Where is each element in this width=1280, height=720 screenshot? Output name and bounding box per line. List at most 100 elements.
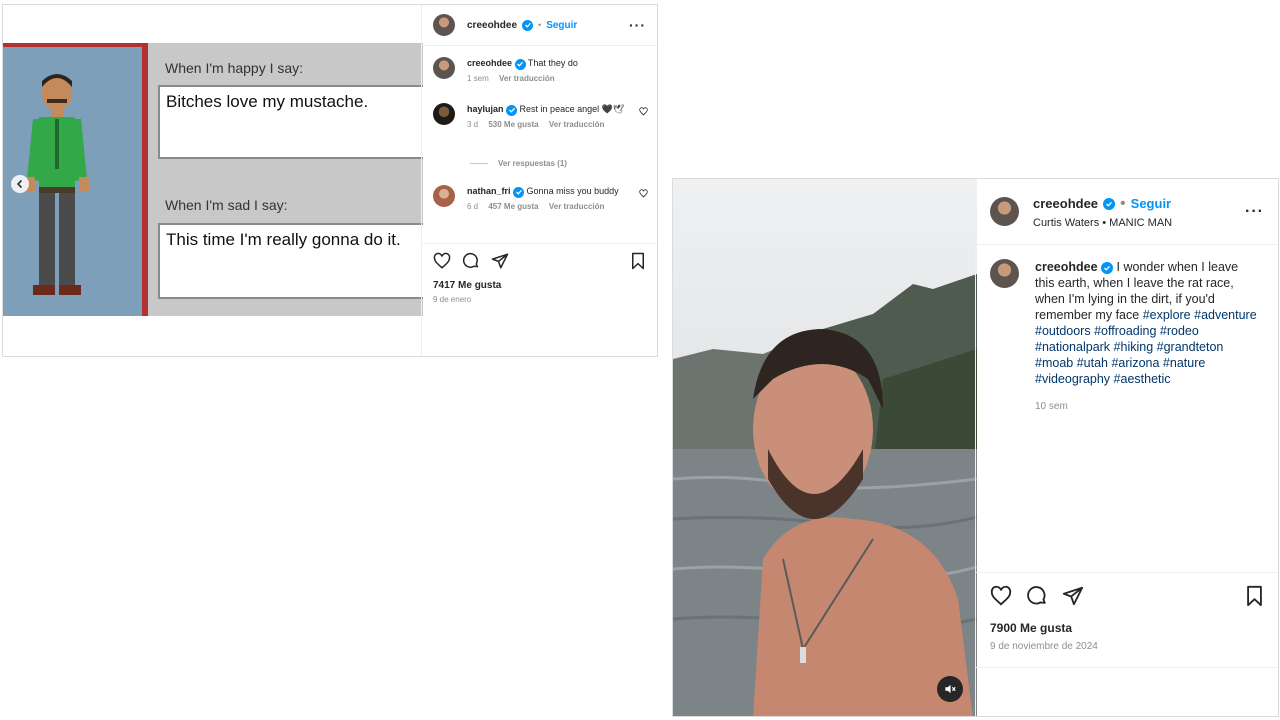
comment-username[interactable]: creeohdee: [467, 58, 512, 68]
comment-time: 3 d: [467, 120, 479, 129]
header-username[interactable]: creeohdee: [1033, 196, 1098, 211]
hashtag[interactable]: #utah: [1077, 356, 1108, 370]
meme-happy-box: Bitches love my mustache.: [158, 85, 423, 159]
post-2-side-panel: creeohdee • Seguir Curtis Waters • MANIC…: [975, 179, 1278, 716]
comment-username[interactable]: haylujan: [467, 104, 504, 114]
post-date: 9 de noviembre de 2024: [990, 641, 1098, 652]
hashtag[interactable]: #arizona: [1111, 356, 1159, 370]
replies-line: [470, 163, 488, 164]
comment-text: Rest in peace angel 🖤🕊: [519, 104, 625, 114]
comment-3: nathan_fri Gonna miss you buddy 6 d 457 …: [433, 185, 648, 211]
caption: creeohdee I wonder when I leave this ear…: [990, 259, 1270, 415]
meme-top-strip: [3, 5, 423, 43]
post-2-header: creeohdee • Seguir Curtis Waters • MANIC…: [976, 179, 1278, 245]
comment-username[interactable]: nathan_fri: [467, 186, 511, 196]
comment-1: creeohdee That they do 1 sem Ver traducc…: [433, 57, 648, 83]
meme-character-figure: [25, 74, 89, 295]
avatar[interactable]: [990, 259, 1019, 288]
meme-happy-text: Bitches love my mustache.: [166, 92, 369, 111]
hashtag[interactable]: #rodeo: [1160, 324, 1199, 338]
post-date: 9 de enero: [433, 295, 472, 304]
follow-button[interactable]: Seguir: [1131, 196, 1171, 211]
hashtag[interactable]: #offroading: [1094, 324, 1156, 338]
verified-icon: [506, 104, 518, 116]
header-separator-dot: •: [538, 20, 542, 30]
comment-like-button[interactable]: [639, 107, 648, 116]
post-1-image: When I'm happy I say: Bitches love my mu…: [3, 5, 423, 316]
heart-icon: [639, 107, 648, 116]
chevron-left-icon: [16, 179, 23, 189]
verified-icon: [522, 19, 534, 31]
view-replies-label: Ver respuestas (1): [498, 159, 567, 168]
more-icon[interactable]: ···: [1245, 203, 1264, 221]
post-card-1: When I'm happy I say: Bitches love my mu…: [2, 4, 658, 357]
avatar[interactable]: [433, 103, 455, 125]
translate-link[interactable]: Ver traducción: [499, 74, 555, 83]
save-button[interactable]: [1245, 585, 1264, 607]
translate-link[interactable]: Ver traducción: [549, 202, 605, 211]
comment-2: haylujan Rest in peace angel 🖤🕊 3 d 530 …: [433, 103, 648, 129]
avatar[interactable]: [990, 197, 1019, 226]
comment-button[interactable]: [1026, 585, 1048, 607]
hashtag[interactable]: #videography: [1035, 372, 1110, 386]
comment-likes[interactable]: 530 Me gusta: [488, 120, 538, 129]
avatar[interactable]: [433, 14, 455, 36]
comment-likes[interactable]: 457 Me gusta: [488, 202, 538, 211]
post-1-actions: 7417 Me gusta 9 de enero: [422, 243, 657, 304]
header-username[interactable]: creeohdee: [467, 20, 517, 31]
more-icon[interactable]: ···: [629, 17, 646, 33]
hashtag[interactable]: #grandteton: [1157, 340, 1224, 354]
mute-button[interactable]: [937, 676, 963, 702]
like-button[interactable]: [990, 585, 1012, 607]
comment-button[interactable]: [462, 252, 480, 270]
share-button[interactable]: [1062, 585, 1084, 607]
hashtag[interactable]: #explore: [1143, 308, 1191, 322]
translate-link[interactable]: Ver traducción: [549, 120, 605, 129]
comment-time: 6 d: [467, 202, 479, 211]
verified-icon: [513, 186, 525, 198]
hashtag[interactable]: #aesthetic: [1114, 372, 1171, 386]
likes-count[interactable]: 7417 Me gusta: [433, 280, 646, 291]
post-2-actions: 7900 Me gusta 9 de noviembre de 2024: [976, 572, 1278, 652]
meme-sad-box: This time I'm really gonna do it.: [158, 223, 423, 299]
caption-time: 10 sem: [1035, 401, 1068, 412]
comment-icon: [1027, 586, 1046, 605]
hashtag[interactable]: #outdoors: [1035, 324, 1091, 338]
view-replies-link[interactable]: Ver respuestas (1): [470, 159, 567, 168]
meme-sad-text: This time I'm really gonna do it.: [166, 230, 401, 249]
share-icon: [491, 253, 509, 269]
carousel-prev-button[interactable]: [11, 175, 29, 193]
bookmark-icon: [1247, 585, 1262, 607]
meme-character-panel: [3, 43, 148, 316]
hashtag[interactable]: #moab: [1035, 356, 1073, 370]
follow-button[interactable]: Seguir: [546, 20, 577, 31]
avatar[interactable]: [433, 57, 455, 79]
comment-like-button[interactable]: [639, 189, 648, 198]
comment-text: Gonna miss you buddy: [526, 186, 619, 196]
post-card-2: creeohdee • Seguir Curtis Waters • MANIC…: [672, 178, 1279, 717]
save-button[interactable]: [630, 252, 646, 270]
hashtag[interactable]: #adventure: [1194, 308, 1257, 322]
hashtag[interactable]: #hiking: [1114, 340, 1154, 354]
hashtag[interactable]: #nationalpark: [1035, 340, 1110, 354]
verified-icon: [1101, 262, 1114, 274]
like-button[interactable]: [433, 252, 451, 270]
caption-username[interactable]: creeohdee: [1035, 260, 1098, 274]
hashtag[interactable]: #nature: [1163, 356, 1205, 370]
share-button[interactable]: [491, 252, 509, 270]
heart-icon: [639, 189, 648, 198]
meme-sad-label: When I'm sad I say:: [165, 197, 288, 213]
bookmark-icon: [632, 252, 644, 270]
comment-icon: [462, 252, 479, 268]
avatar[interactable]: [433, 185, 455, 207]
header-separator-dot: •: [1120, 194, 1126, 212]
post-1-side-panel: creeohdee • Seguir ··· creeohdee That th…: [421, 5, 657, 356]
post-2-video: [673, 179, 977, 716]
likes-count[interactable]: 7900 Me gusta: [990, 621, 1264, 635]
mute-icon: [945, 684, 956, 694]
share-icon: [1062, 586, 1084, 606]
audio-label[interactable]: Curtis Waters • MANIC MAN: [1033, 217, 1172, 229]
verified-icon: [514, 58, 526, 70]
comment-text: That they do: [527, 58, 578, 68]
comment-input-divider: [976, 667, 1278, 668]
